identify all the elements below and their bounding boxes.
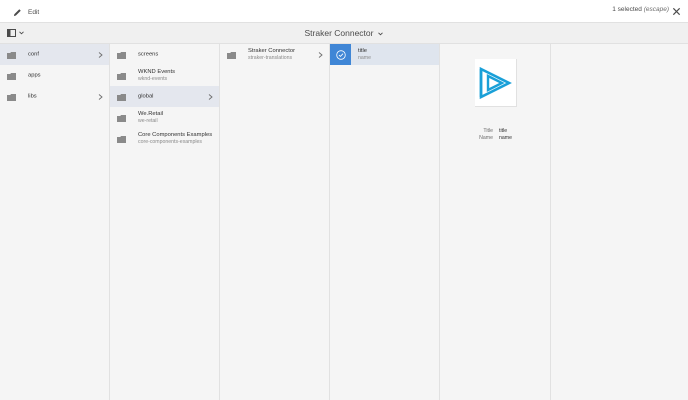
meta-value: name bbox=[499, 134, 512, 141]
list-item-straker-connector[interactable]: Straker Connector straker-translations bbox=[220, 44, 329, 65]
item-sublabel: core-components-examples bbox=[138, 138, 203, 145]
checkmark-icon[interactable] bbox=[330, 44, 351, 65]
item-label: conf bbox=[28, 51, 39, 57]
list-item-wknd-events[interactable]: WKND Events wknd-events bbox=[110, 65, 219, 86]
list-item-title-selected[interactable]: title name bbox=[330, 44, 439, 65]
item-sublabel: wknd-events bbox=[138, 75, 168, 82]
straker-logo-icon bbox=[475, 65, 516, 101]
item-label: WKND Events bbox=[138, 68, 176, 75]
preview-panel: Title title Name name bbox=[440, 44, 551, 400]
folder-icon bbox=[7, 72, 16, 80]
chevron-right-icon bbox=[208, 93, 213, 100]
top-toolbar: Edit 1 selected (escape) bbox=[0, 0, 688, 23]
column-3: Straker Connector straker-translations bbox=[220, 44, 330, 400]
sub-header: Straker Connector bbox=[0, 23, 688, 44]
folder-icon bbox=[7, 93, 16, 101]
item-label: Core Components Examples bbox=[138, 131, 213, 138]
meta-value: title bbox=[499, 127, 508, 134]
folder-icon bbox=[7, 51, 16, 59]
close-icon[interactable] bbox=[672, 7, 681, 16]
meta-row-title: Title title bbox=[440, 127, 551, 134]
item-label: Straker Connector bbox=[248, 47, 296, 54]
list-item-screens[interactable]: screens bbox=[110, 44, 219, 65]
list-item-we-retail[interactable]: We.Retail we-retail bbox=[110, 107, 219, 128]
list-item-apps[interactable]: apps bbox=[0, 65, 109, 86]
folder-icon bbox=[117, 72, 126, 80]
chevron-down-icon bbox=[378, 28, 384, 38]
preview-thumbnail bbox=[475, 59, 517, 107]
column-browser: conf apps libs screens WKND Events wknd-… bbox=[0, 44, 688, 400]
column-empty bbox=[551, 44, 688, 400]
edit-button[interactable]: Edit bbox=[13, 6, 39, 18]
item-label: screens bbox=[138, 51, 159, 57]
chevron-down-icon bbox=[19, 31, 24, 35]
selection-status: 1 selected (escape) bbox=[612, 6, 669, 13]
preview-metadata: Title title Name name bbox=[440, 127, 551, 141]
folder-icon bbox=[227, 51, 236, 59]
folder-icon bbox=[117, 114, 126, 122]
column-2: screens WKND Events wknd-events global W… bbox=[110, 44, 220, 400]
column-view-icon bbox=[7, 29, 16, 37]
list-item-core-components[interactable]: Core Components Examples core-components… bbox=[110, 128, 219, 149]
item-label: title bbox=[358, 48, 368, 54]
page-title: Straker Connector bbox=[304, 28, 374, 38]
escape-hint: (escape) bbox=[643, 6, 669, 13]
view-switcher-button[interactable] bbox=[7, 29, 24, 37]
chevron-right-icon bbox=[98, 93, 103, 100]
chevron-right-icon bbox=[98, 51, 103, 58]
item-label: libs bbox=[28, 93, 37, 99]
folder-icon bbox=[117, 51, 126, 59]
selected-count: 1 selected bbox=[612, 6, 642, 13]
title-dropdown[interactable]: Straker Connector bbox=[305, 28, 384, 38]
meta-key: Name bbox=[479, 134, 493, 141]
item-sublabel: straker-translations bbox=[248, 54, 293, 61]
meta-key: Title bbox=[483, 127, 493, 134]
meta-row-name: Name name bbox=[440, 134, 551, 141]
list-item-conf[interactable]: conf bbox=[0, 44, 109, 65]
item-sublabel: name bbox=[358, 55, 371, 61]
folder-icon bbox=[117, 135, 126, 143]
column-4: title name bbox=[330, 44, 440, 400]
pencil-icon bbox=[13, 8, 22, 17]
item-label: global bbox=[138, 93, 154, 99]
folder-icon bbox=[117, 93, 126, 101]
edit-label: Edit bbox=[28, 8, 40, 16]
list-item-libs[interactable]: libs bbox=[0, 86, 109, 107]
column-1: conf apps libs bbox=[0, 44, 110, 400]
chevron-right-icon bbox=[318, 51, 323, 58]
list-item-global[interactable]: global bbox=[110, 86, 219, 107]
item-label: apps bbox=[28, 72, 41, 78]
item-label: We.Retail bbox=[138, 110, 164, 117]
item-sublabel: we-retail bbox=[138, 117, 158, 124]
